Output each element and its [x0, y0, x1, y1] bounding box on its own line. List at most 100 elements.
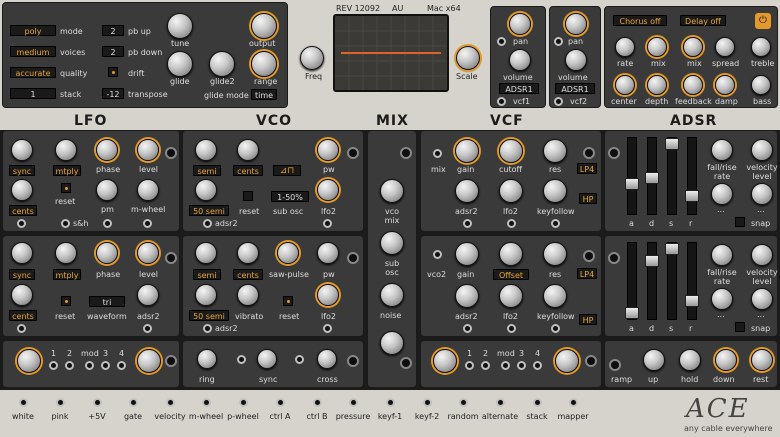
lfo2-out-jack[interactable]	[165, 252, 177, 264]
vco1-semi50-display[interactable]: 50 semi	[189, 205, 229, 216]
feedback-knob[interactable]	[683, 75, 703, 95]
source--5v-jack[interactable]	[93, 398, 102, 407]
lfo1-cents-jack[interactable]	[17, 219, 26, 228]
vco1-reset-toggle[interactable]	[243, 191, 253, 201]
vco1-lfo2-jack[interactable]	[323, 219, 332, 228]
glidemode-display[interactable]: time	[251, 89, 277, 100]
vco2-pw-knob[interactable]	[317, 242, 339, 264]
range-knob[interactable]	[251, 51, 277, 77]
env2-snap-toggle[interactable]	[735, 322, 745, 332]
vcf2-lp4-display[interactable]: LP4	[577, 268, 597, 279]
vco2-vibrato-knob[interactable]	[237, 284, 259, 306]
env2-fallrise-knob[interactable]	[711, 244, 733, 266]
vcf1-cutoff-knob[interactable]	[499, 139, 523, 163]
depth-knob[interactable]	[647, 75, 667, 95]
vco2-reset-toggle[interactable]	[283, 296, 293, 306]
vco2-out-jack[interactable]	[347, 252, 359, 264]
lfo1-phase-knob[interactable]	[96, 139, 118, 161]
vcf1-mix-jack[interactable]	[433, 149, 442, 158]
mod-jack-2[interactable]	[65, 361, 74, 370]
env2-r-fader[interactable]	[685, 242, 699, 320]
mod2-left-knob[interactable]	[433, 349, 457, 373]
lfo1-level-knob[interactable]	[137, 139, 159, 161]
mod-jack-4[interactable]	[117, 361, 126, 370]
vcf2-keyfollow-knob[interactable]	[543, 284, 567, 308]
vco2-cents-display[interactable]: cents	[233, 269, 263, 280]
vcf2-gain-knob[interactable]	[455, 242, 479, 266]
source-white-jack[interactable]	[19, 398, 28, 407]
adsr1b-selector[interactable]: ADSR1	[555, 83, 595, 94]
source-stack-jack[interactable]	[533, 398, 542, 407]
vcf1-hp-display[interactable]: HP	[579, 193, 597, 204]
source-ctrl-a-jack[interactable]	[276, 398, 285, 407]
vco1-pw-knob[interactable]	[317, 139, 339, 161]
mod2-jack-4[interactable]	[533, 361, 542, 370]
bass-knob[interactable]	[751, 75, 771, 95]
env1-s-fader[interactable]	[665, 137, 679, 215]
vco1-semi-display[interactable]: semi	[193, 165, 221, 176]
chorus-mix-knob[interactable]	[647, 37, 667, 57]
lfo1-reset-toggle[interactable]	[61, 183, 71, 193]
env1-fallrise-knob[interactable]	[711, 139, 733, 161]
source-keyf-2-jack[interactable]	[423, 398, 432, 407]
env2-extra1-knob[interactable]	[711, 288, 733, 310]
lfo1-cents-knob[interactable]	[11, 179, 33, 201]
vco1-adsr2-jack[interactable]	[203, 219, 212, 228]
lfo2-sync-display[interactable]: sync	[9, 269, 35, 280]
vco2-semi50-display[interactable]: 50 semi	[189, 310, 229, 321]
spread-knob[interactable]	[715, 37, 735, 57]
vco2-adsr2-jack[interactable]	[203, 324, 212, 333]
sync-knob[interactable]	[257, 349, 277, 369]
env2-out-jack[interactable]	[608, 252, 620, 264]
source-keyf-1-jack[interactable]	[386, 398, 395, 407]
env1-d-fader[interactable]	[645, 137, 659, 215]
lfo2-phase-knob[interactable]	[96, 242, 118, 264]
vcf2-offset-knob[interactable]	[499, 242, 523, 266]
vcf2-out-jack[interactable]	[583, 250, 595, 262]
env1-velocity-knob[interactable]	[751, 139, 773, 161]
scale-knob[interactable]	[456, 46, 480, 70]
lfo1-sync-display[interactable]: sync	[9, 165, 35, 176]
drift-toggle[interactable]	[108, 67, 118, 77]
mode-display[interactable]: poly	[10, 25, 56, 36]
glide2-knob[interactable]	[209, 51, 235, 77]
mix-out-jack[interactable]	[400, 357, 412, 369]
source-mapper-jack[interactable]	[569, 398, 578, 407]
lfo1-mwheel-knob[interactable]	[137, 179, 159, 201]
env2-velocity-knob[interactable]	[751, 244, 773, 266]
noise-knob[interactable]	[380, 283, 404, 307]
env1-extra1-knob[interactable]	[711, 183, 733, 205]
lfo2-mtply-display[interactable]: mtply	[53, 269, 81, 280]
mod2-jack-1[interactable]	[465, 361, 474, 370]
ramp-out-jack[interactable]	[609, 359, 621, 371]
mod-out-jack[interactable]	[165, 355, 177, 367]
vco1-semi50-knob[interactable]	[195, 179, 217, 201]
vcf2-res-knob[interactable]	[543, 242, 567, 266]
lfo1-pm-jack[interactable]	[103, 219, 112, 228]
ramp-hold-knob[interactable]	[679, 349, 701, 371]
source-p-wheel-jack[interactable]	[239, 398, 248, 407]
lfo2-sync-knob[interactable]	[11, 242, 33, 264]
mod-right-knob[interactable]	[137, 349, 161, 373]
source-velocity-jack[interactable]	[166, 398, 175, 407]
vco2-semi-knob[interactable]	[195, 242, 217, 264]
delay-toggle[interactable]: Delay off	[680, 15, 726, 26]
lfo2-reset-toggle[interactable]	[61, 296, 71, 306]
vco1-lfo2-knob[interactable]	[317, 179, 339, 201]
stack-display[interactable]: 1	[10, 88, 56, 99]
adsr1-selector[interactable]: ADSR1	[499, 83, 539, 94]
vco2-semi50-knob[interactable]	[195, 284, 217, 306]
pan2-jack[interactable]	[554, 37, 563, 46]
vco1-semi-knob[interactable]	[195, 139, 217, 161]
vcf1-lfo2-knob[interactable]	[499, 179, 523, 203]
vco1-waveform-icon[interactable]: ⊿⊓	[273, 165, 301, 176]
mod-jack-1[interactable]	[49, 361, 58, 370]
source-m-wheel-jack[interactable]	[202, 398, 211, 407]
vcf2-adsr2-jack[interactable]	[463, 324, 472, 333]
vcf1-res-knob[interactable]	[543, 139, 567, 163]
source-pressure-jack[interactable]	[349, 398, 358, 407]
delay-mix-knob[interactable]	[683, 37, 703, 57]
env2-extra2-knob[interactable]	[751, 288, 773, 310]
vcf2-adsr2-knob[interactable]	[455, 284, 479, 308]
env1-out-jack[interactable]	[608, 147, 620, 159]
